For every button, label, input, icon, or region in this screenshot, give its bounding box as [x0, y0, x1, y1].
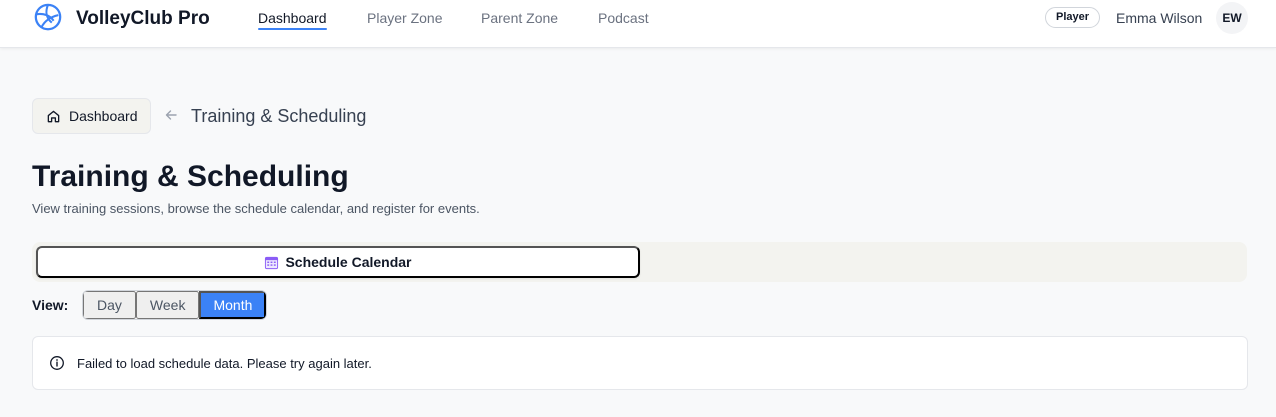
active-nav-underline — [258, 28, 327, 30]
nav-dashboard[interactable]: Dashboard — [258, 10, 327, 30]
view-day-button[interactable]: Day — [83, 291, 136, 319]
view-toggle-group: Day Week Month — [82, 290, 268, 320]
view-label: View: — [32, 297, 69, 313]
error-alert: Failed to load schedule data. Please try… — [32, 336, 1248, 390]
arrow-left-icon — [165, 110, 177, 120]
view-week-button[interactable]: Week — [135, 291, 200, 319]
home-icon — [47, 110, 60, 122]
nav-parent-zone[interactable]: Parent Zone — [481, 10, 558, 26]
tab-schedule-calendar-label: Schedule Calendar — [285, 254, 412, 270]
calendar-icon — [265, 256, 279, 269]
top-navigation-bar: VolleyClub Pro Dashboard Player Zone Par… — [0, 0, 1276, 48]
nav-dashboard-label: Dashboard — [258, 10, 327, 26]
view-month-button[interactable]: Month — [199, 291, 267, 319]
volleyball-logo-icon — [34, 3, 62, 31]
user-name[interactable]: Emma Wilson — [1116, 10, 1202, 26]
nav-podcast[interactable]: Podcast — [598, 10, 649, 26]
breadcrumb-dashboard-label: Dashboard — [69, 108, 138, 124]
page-title: Training & Scheduling — [32, 160, 349, 193]
breadcrumb-current: Training & Scheduling — [191, 106, 367, 126]
avatar[interactable]: EW — [1216, 2, 1248, 34]
tab-schedule-calendar[interactable]: Schedule Calendar — [36, 246, 640, 278]
breadcrumb-dashboard-button[interactable]: Dashboard — [32, 98, 151, 134]
brand[interactable]: VolleyClub Pro — [33, 2, 210, 32]
app-name: VolleyClub Pro — [76, 8, 210, 29]
error-message: Failed to load schedule data. Please try… — [77, 355, 372, 371]
page-subtitle: View training sessions, browse the sched… — [32, 201, 480, 216]
role-badge: Player — [1045, 7, 1101, 28]
nav-player-zone[interactable]: Player Zone — [367, 10, 442, 26]
info-icon — [50, 356, 64, 370]
